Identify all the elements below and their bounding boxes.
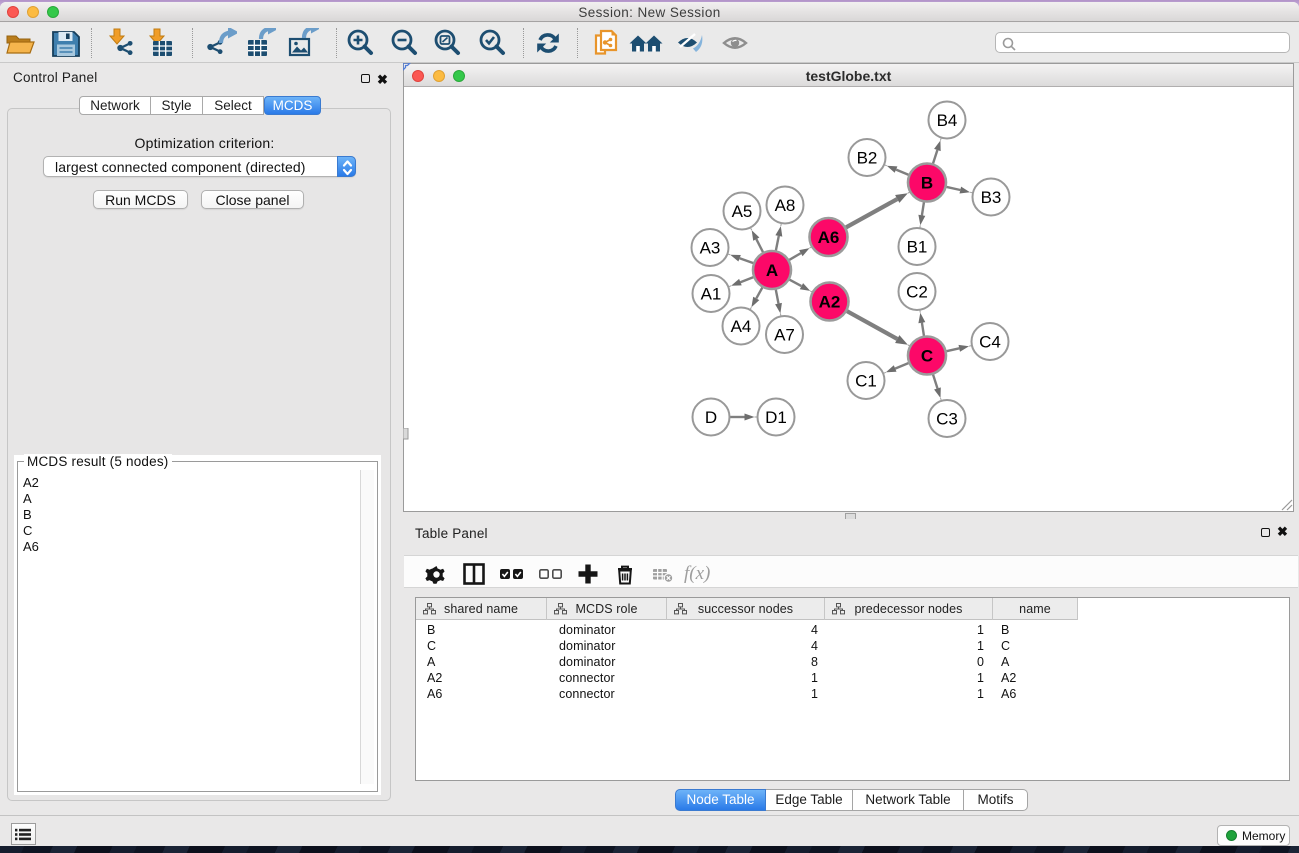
svg-text:A6: A6 — [818, 228, 840, 247]
svg-text:f(x): f(x) — [684, 563, 710, 584]
svg-text:A3: A3 — [700, 239, 721, 258]
svg-text:B3: B3 — [981, 188, 1002, 207]
svg-text:A5: A5 — [732, 202, 753, 221]
svg-text:B: B — [921, 174, 933, 193]
svg-text:B4: B4 — [937, 111, 958, 130]
svg-text:D1: D1 — [765, 408, 787, 427]
svg-text:A4: A4 — [731, 317, 752, 336]
svg-text:C: C — [921, 347, 933, 366]
svg-text:D: D — [705, 408, 717, 427]
svg-text:A7: A7 — [774, 326, 795, 345]
svg-text:A8: A8 — [775, 196, 796, 215]
svg-text:A: A — [766, 261, 778, 280]
svg-text:A1: A1 — [701, 285, 722, 304]
svg-text:C1: C1 — [855, 372, 877, 391]
svg-text:C3: C3 — [936, 410, 958, 429]
svg-text:B2: B2 — [857, 149, 878, 168]
svg-text:A2: A2 — [819, 293, 841, 312]
svg-text:C4: C4 — [979, 333, 1001, 352]
svg-text:B1: B1 — [907, 238, 928, 257]
svg-text:C2: C2 — [906, 283, 928, 302]
